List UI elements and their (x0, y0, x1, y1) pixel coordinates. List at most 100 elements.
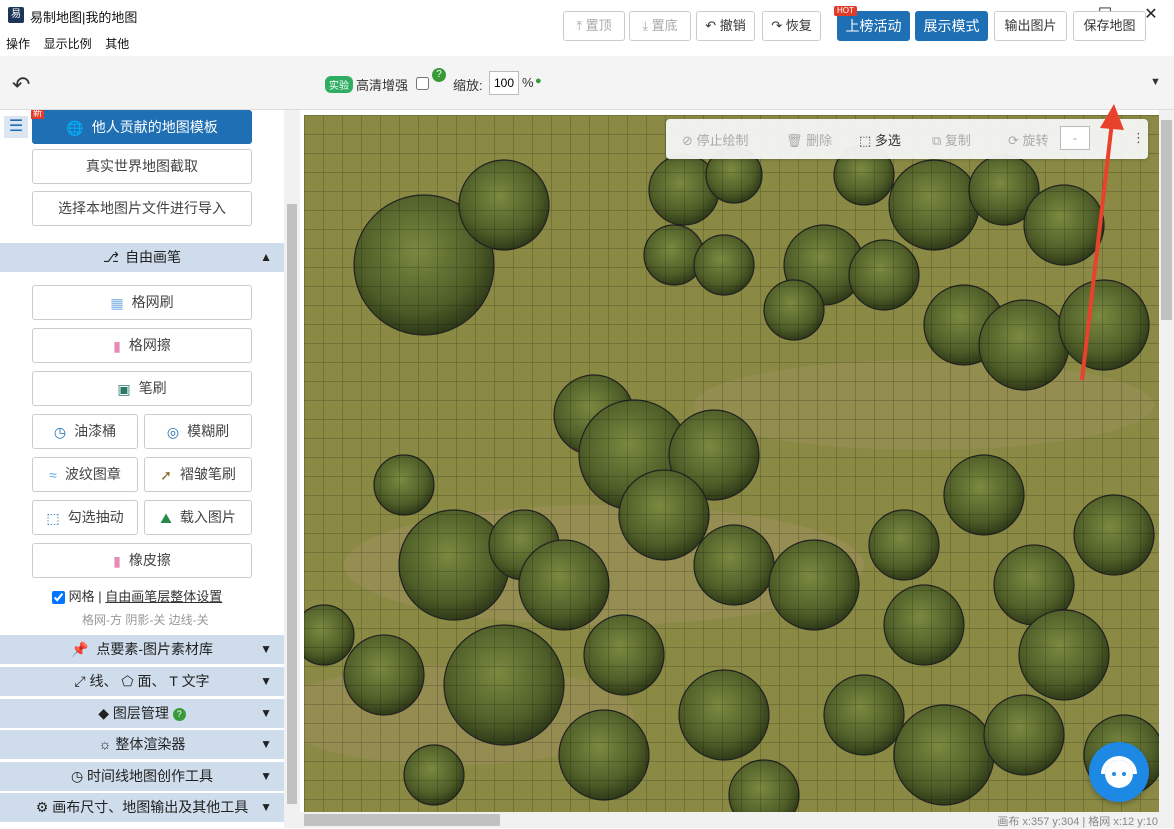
rotate-icon: ⟳ (1008, 133, 1023, 148)
globe-icon: 🌐 (66, 119, 84, 136)
map-canvas[interactable] (304, 115, 1159, 812)
canvas-scroll-thumb-h[interactable] (304, 814, 500, 826)
hd-enhance-label: 高清增强 (356, 78, 409, 93)
chevron-down-icon: ▼ (260, 674, 272, 688)
sidebar-scroll-thumb[interactable] (287, 204, 297, 804)
dashed-select-icon: ⬚ (859, 133, 875, 148)
grid-eraser-button[interactable]: ▮ 格网擦 (32, 328, 252, 363)
chevron-down-icon: ▼ (260, 706, 272, 720)
menu-operate[interactable]: 操作 (6, 32, 30, 56)
chevron-down-icon: ▼ (260, 642, 272, 656)
line-icon: ⤢ (74, 673, 90, 689)
display-mode-button[interactable]: 展示模式 (915, 11, 988, 41)
real-world-capture-button[interactable]: 真实世界地图截取 (32, 149, 252, 184)
bring-to-top-button[interactable]: ⤒ 置顶 (563, 11, 625, 41)
main-toolbar (0, 56, 1174, 110)
wave-stamp-button[interactable]: ≈ 波纹图章 (32, 457, 138, 492)
redo-icon: ↷ (771, 18, 786, 33)
text-icon: T (169, 673, 182, 689)
layers-icon: ◆ (98, 705, 113, 721)
hot-badge: HOT (834, 6, 857, 16)
section-timeline-tools[interactable]: ◷ 时间线地图创作工具 ▼ (0, 762, 284, 791)
copy-icon: ⧉ (932, 133, 945, 148)
bucket-icon: ◷ (53, 423, 67, 440)
arrow-down-icon: ⤓ (642, 18, 652, 33)
canvas-scroll-thumb-v[interactable] (1161, 120, 1172, 320)
drag-handle-icon[interactable]: ⋮ (1132, 130, 1145, 146)
customer-service-button[interactable] (1089, 742, 1149, 802)
image-icon: ⛰ (160, 509, 172, 526)
gear-icon: ⚙ (35, 799, 53, 815)
pen-brush-button[interactable]: ▣ 笔刷 (32, 371, 252, 406)
sidebar-scrollbar[interactable] (284, 110, 300, 828)
paint-roller-icon: ▣ (117, 380, 131, 397)
new-badge: 新 (31, 110, 45, 119)
help-icon[interactable]: ? (172, 707, 186, 721)
grid-icon: ▦ (110, 294, 124, 311)
outline-brush-button[interactable]: ⬚ 勾选抽动 (32, 500, 138, 535)
rotate-button[interactable]: ⟳ 旋转 (1008, 130, 1049, 149)
zoom-unit: % (522, 75, 534, 90)
delete-button[interactable]: 🗑 删除 (786, 130, 832, 149)
status-coordinates: 画布 x:357 y:304 | 格网 x:12 y:10 (997, 816, 1158, 828)
brush-icon: ⎇ (102, 249, 120, 265)
section-renderer[interactable]: ☼ 整体渲染器 ▼ (0, 730, 284, 759)
section-layer-management[interactable]: ◆ 图层管理 ? ▼ (0, 699, 284, 728)
window-title: 易制地图|我的地图 (30, 10, 138, 25)
collapse-menu-icon[interactable]: ☰ (4, 116, 28, 138)
copy-button[interactable]: ⧉ 复制 (932, 130, 971, 149)
redo-button[interactable]: ↷ 恢复 (762, 11, 821, 41)
section-point-elements[interactable]: 📌 点要素-图片素材库 ▼ (0, 635, 284, 664)
wave-icon: ≈ (49, 466, 57, 483)
annotation-arrow (1080, 104, 1124, 381)
menu-display-scale[interactable]: 显示比例 (44, 32, 92, 56)
stop-draw-button[interactable]: ⊘ 停止绘制 (682, 130, 749, 149)
select-icon: ⬚ (46, 509, 60, 526)
eraser-icon: ▮ (113, 552, 121, 569)
paint-bucket-button[interactable]: ◷ 油漆桶 (32, 414, 138, 449)
eraser-icon: ▮ (113, 337, 121, 354)
import-local-image-button[interactable]: 选择本地图片文件进行导入 (32, 191, 252, 226)
section-line-area-text[interactable]: ⤢ 线、 ⬠ 面、 T 文字 ▼ (0, 667, 284, 696)
undo-icon: ↶ (705, 18, 720, 33)
free-brush-settings-link[interactable]: 自由画笔层整体设置 (105, 589, 222, 604)
blur-icon: ◎ (166, 423, 180, 440)
wrinkle-icon: ➚ (160, 466, 172, 483)
lock-icon[interactable]: ● (535, 75, 542, 87)
arrow-up-icon: ⤒ (576, 18, 586, 33)
save-map-button[interactable]: 保存地图 (1073, 11, 1146, 41)
send-to-bottom-button[interactable]: ⤓ 置底 (629, 11, 691, 41)
ranking-activity-button[interactable]: HOT 上榜活动 (834, 6, 910, 41)
hd-enhance-checkbox[interactable] (416, 77, 429, 90)
polygon-icon: ⬠ (121, 673, 138, 689)
grid-brush-button[interactable]: ▦ 格网刷 (32, 285, 252, 320)
template-button[interactable]: 新 🌐 他人贡献的地图模板 (31, 110, 252, 144)
left-panel: ☰ 新 🌐 他人贡献的地图模板 真实世界地图截取 选择本地图片文件进行导入 ⎇ 自由… (0, 110, 284, 828)
menu-other[interactable]: 其他 (105, 32, 129, 56)
headset-icon (1101, 756, 1137, 788)
export-image-button[interactable]: 输出图片 (994, 11, 1067, 41)
undo-button[interactable]: ↶ 撤销 (696, 11, 755, 41)
experiment-badge: 实验 (325, 76, 353, 93)
wrinkle-brush-button[interactable]: ➚ 褶皱笔刷 (144, 457, 252, 492)
ban-icon: ⊘ (682, 133, 697, 148)
load-image-button[interactable]: ⛰ 载入图片 (144, 500, 252, 535)
eraser-button[interactable]: ▮ 橡皮擦 (32, 543, 252, 578)
help-icon[interactable]: ? (432, 68, 446, 82)
chevron-down-icon: ▼ (260, 769, 272, 783)
sun-icon: ☼ (98, 736, 116, 752)
back-icon[interactable]: ↶ (12, 72, 30, 98)
section-free-brush[interactable]: ⎇ 自由画笔 ▲ (0, 243, 284, 272)
chevron-up-icon: ▲ (260, 250, 272, 264)
pin-icon: 📌 (70, 641, 89, 657)
section-canvas-export-tools[interactable]: ⚙ 画布尺寸、地图输出及其他工具 ▼ (0, 793, 284, 822)
grid-info-text: 格网-方 阴影-关 边线-关 (82, 613, 209, 627)
zoom-input[interactable] (489, 71, 519, 95)
map-artwork (304, 115, 1159, 812)
grid-checkbox[interactable] (52, 591, 65, 605)
canvas-scrollbar-v[interactable] (1159, 110, 1174, 812)
save-dropdown-icon[interactable]: ▼ (1150, 76, 1161, 88)
blur-brush-button[interactable]: ◎ 模糊刷 (144, 414, 252, 449)
multi-select-button[interactable]: ⬚ 多选 (859, 130, 901, 149)
trash-icon: 🗑 (786, 133, 807, 148)
